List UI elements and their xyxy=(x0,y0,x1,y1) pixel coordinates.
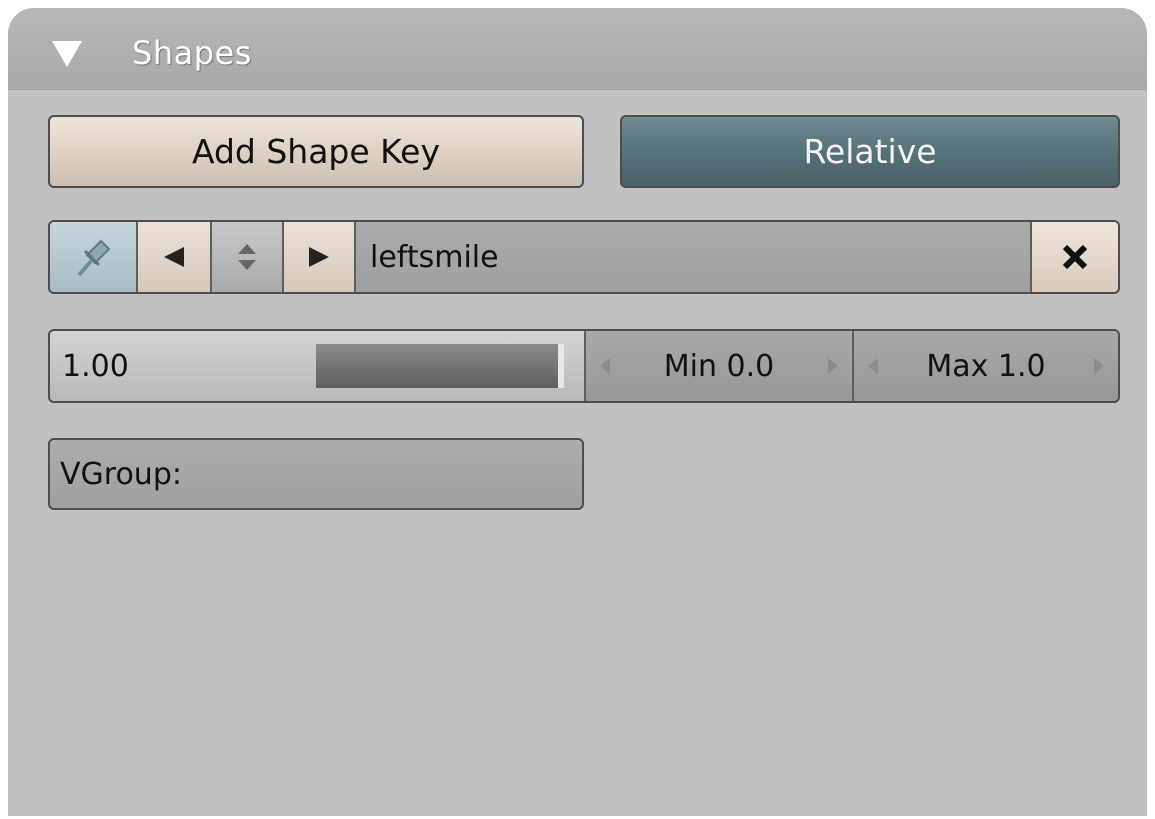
pin-button[interactable] xyxy=(50,222,138,292)
panel-header[interactable]: Shapes xyxy=(8,8,1147,90)
shape-value-row: 1.00 Min 0.0 Max 1.0 xyxy=(48,329,1120,403)
arrow-left-icon xyxy=(164,247,184,267)
up-down-icon xyxy=(238,244,256,270)
shape-value-fill xyxy=(316,344,564,388)
shape-value-slider[interactable]: 1.00 xyxy=(50,331,586,401)
delete-shape-key-button[interactable] xyxy=(1030,222,1118,292)
max-value-field[interactable]: Max 1.0 xyxy=(854,331,1118,401)
shape-key-browser: leftsmile xyxy=(48,220,1120,294)
shape-value-text: 1.00 xyxy=(62,348,129,384)
close-icon xyxy=(1062,244,1088,270)
decrement-arrow-icon[interactable] xyxy=(866,356,880,376)
next-shape-button[interactable] xyxy=(284,222,356,292)
triangle-down-icon[interactable] xyxy=(52,41,82,67)
previous-shape-button[interactable] xyxy=(138,222,212,292)
relative-toggle-button[interactable]: Relative xyxy=(620,115,1120,188)
panel-title: Shapes xyxy=(132,34,252,72)
browse-shapes-button[interactable] xyxy=(212,222,284,292)
min-value-label: Min 0.0 xyxy=(663,348,775,384)
add-shape-key-button[interactable]: Add Shape Key xyxy=(48,115,584,188)
shapes-panel: Shapes Add Shape Key Relative leftsmile … xyxy=(8,8,1147,816)
decrement-arrow-icon[interactable] xyxy=(598,356,612,376)
arrow-right-icon xyxy=(309,247,329,267)
min-value-field[interactable]: Min 0.0 xyxy=(586,331,854,401)
increment-arrow-icon[interactable] xyxy=(826,356,840,376)
pin-icon xyxy=(77,239,111,277)
vertex-group-field[interactable]: VGroup: xyxy=(48,438,584,510)
increment-arrow-icon[interactable] xyxy=(1092,356,1106,376)
max-value-label: Max 1.0 xyxy=(926,348,1046,384)
shape-key-name-field[interactable]: leftsmile xyxy=(356,222,1032,292)
